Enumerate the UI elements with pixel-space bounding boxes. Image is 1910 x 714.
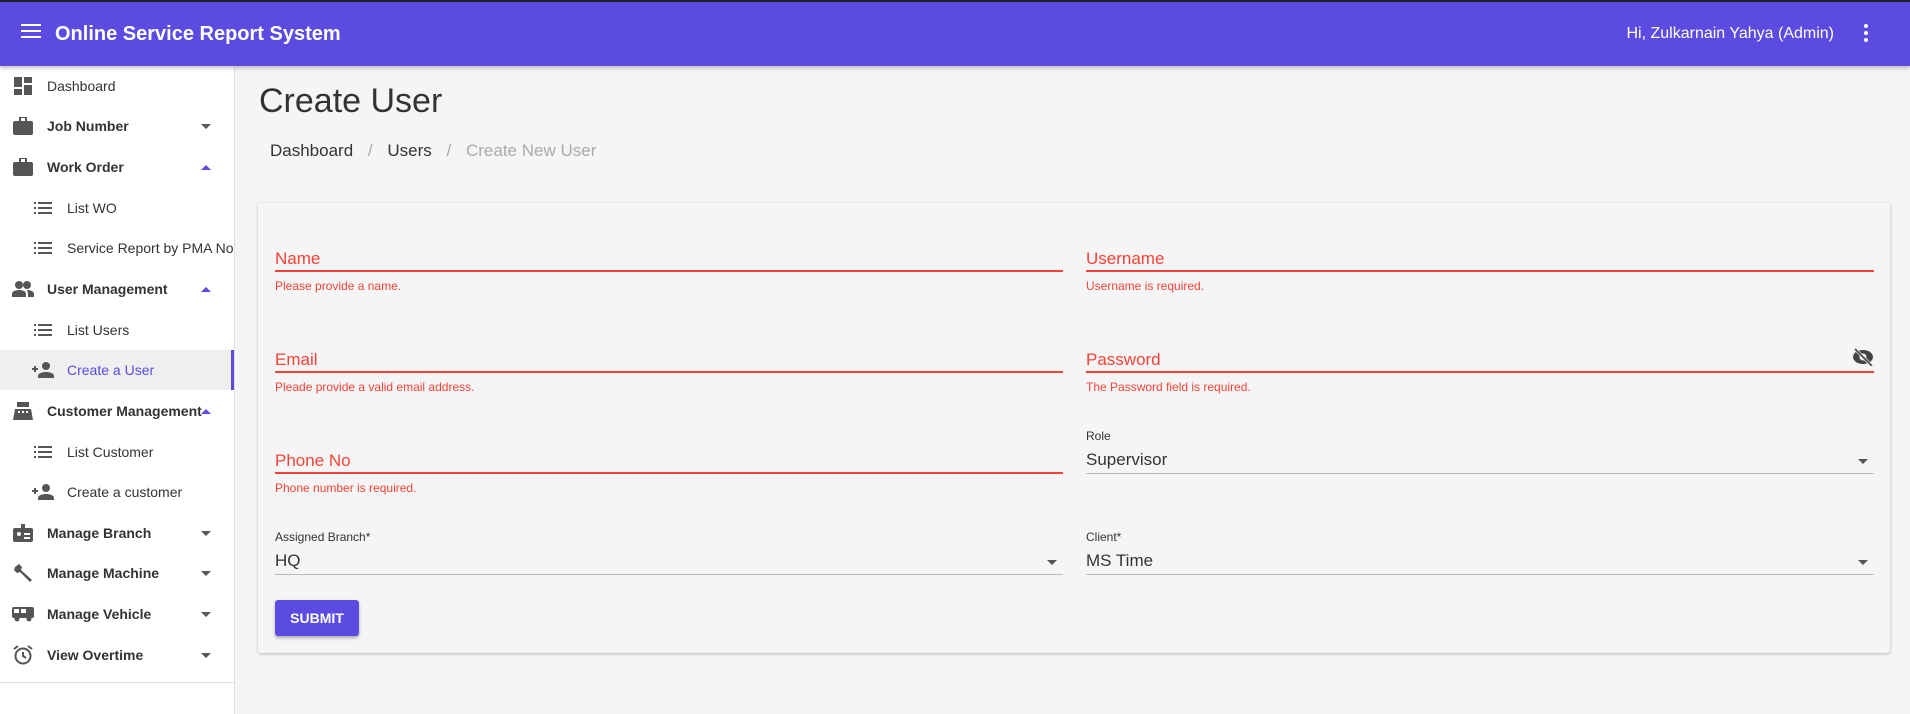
chevron-down-icon bbox=[201, 652, 211, 658]
password-error: The Password field is required. bbox=[1086, 380, 1251, 394]
underline bbox=[1086, 270, 1874, 272]
briefcase-icon bbox=[12, 115, 34, 137]
cash-register-icon bbox=[12, 400, 34, 422]
sidebar-item-view-overtime[interactable]: View Overtime bbox=[0, 635, 234, 675]
underline bbox=[275, 574, 1063, 575]
breadcrumb-users[interactable]: Users bbox=[387, 141, 431, 160]
sidebar-item-dashboard[interactable]: Dashboard bbox=[0, 66, 234, 106]
list-icon bbox=[32, 197, 54, 219]
list-icon bbox=[32, 319, 54, 341]
chevron-up-icon bbox=[201, 408, 211, 414]
chevron-up-icon bbox=[201, 286, 211, 292]
underline bbox=[275, 472, 1063, 474]
sidebar-item-manage-vehicle[interactable]: Manage Vehicle bbox=[0, 594, 234, 634]
page-title: Create User bbox=[259, 82, 443, 120]
sidebar-item-work-order[interactable]: Work Order bbox=[0, 147, 234, 187]
breadcrumb-dashboard[interactable]: Dashboard bbox=[270, 141, 353, 160]
email-error: Pleade provide a valid email address. bbox=[275, 380, 475, 394]
list-icon bbox=[32, 237, 54, 259]
sidebar-item-user-management[interactable]: User Management bbox=[0, 269, 234, 309]
people-icon bbox=[12, 278, 34, 300]
dashboard-icon bbox=[12, 75, 34, 97]
underline bbox=[1086, 574, 1874, 575]
app-bar: Online Service Report System Hi, Zulkarn… bbox=[0, 0, 1910, 66]
bus-icon bbox=[12, 603, 34, 625]
underline bbox=[1086, 473, 1874, 474]
person-add-icon bbox=[32, 481, 54, 503]
dropdown-arrow-icon bbox=[1047, 560, 1057, 565]
wrench-icon bbox=[12, 562, 34, 584]
sidebar-item-job-number[interactable]: Job Number bbox=[0, 106, 234, 146]
username-error: Username is required. bbox=[1086, 279, 1205, 293]
chevron-up-icon bbox=[201, 164, 211, 170]
name-error: Please provide a name. bbox=[275, 279, 402, 293]
breadcrumb: Dashboard / Users / Create New User bbox=[270, 141, 606, 161]
chevron-down-icon bbox=[201, 570, 211, 576]
sidebar-item-create-customer[interactable]: Create a customer bbox=[0, 472, 234, 512]
visibility-off-icon[interactable] bbox=[1852, 347, 1874, 371]
sidebar-item-service-report[interactable]: Service Report by PMA No bbox=[0, 228, 234, 268]
more-vert-icon[interactable] bbox=[1862, 24, 1870, 44]
briefcase-icon bbox=[12, 156, 34, 178]
sidebar-item-list-users[interactable]: List Users bbox=[0, 310, 234, 350]
person-add-icon bbox=[32, 359, 54, 381]
phone-error: Phone number is required. bbox=[275, 481, 417, 495]
user-greeting: Hi, Zulkarnain Yahya (Admin) bbox=[1626, 25, 1835, 42]
app-title: Online Service Report System bbox=[55, 23, 341, 45]
breadcrumb-separator: / bbox=[367, 141, 373, 160]
underline bbox=[275, 270, 1063, 272]
sidebar-item-list-customer[interactable]: List Customer bbox=[0, 432, 234, 472]
underline bbox=[275, 371, 1063, 373]
list-icon bbox=[32, 441, 54, 463]
dropdown-arrow-icon bbox=[1858, 560, 1868, 565]
chevron-down-icon bbox=[201, 123, 211, 129]
chevron-down-icon bbox=[201, 530, 211, 536]
sidebar-item-manage-machine[interactable]: Manage Machine bbox=[0, 553, 234, 593]
sidebar-item-create-user[interactable]: Create a User bbox=[0, 350, 234, 390]
breadcrumb-current: Create New User bbox=[465, 141, 597, 160]
menu-icon[interactable] bbox=[21, 24, 41, 40]
alarm-icon bbox=[12, 644, 34, 666]
sidebar-item-customer-management[interactable]: Customer Management bbox=[0, 391, 234, 431]
submit-button[interactable]: SUBMIT bbox=[275, 600, 359, 636]
sidebar: Dashboard Job Number Work Order List WO … bbox=[0, 66, 235, 714]
create-user-form: Name Please provide a name. Username Use… bbox=[258, 203, 1890, 653]
badge-icon bbox=[12, 522, 34, 544]
sidebar-item-manage-branch[interactable]: Manage Branch bbox=[0, 513, 234, 553]
underline bbox=[1086, 371, 1874, 373]
breadcrumb-separator: / bbox=[446, 141, 452, 160]
dropdown-arrow-icon bbox=[1858, 459, 1868, 464]
sidebar-divider bbox=[0, 682, 234, 683]
chevron-down-icon bbox=[201, 611, 211, 617]
sidebar-item-list-wo[interactable]: List WO bbox=[0, 188, 234, 228]
